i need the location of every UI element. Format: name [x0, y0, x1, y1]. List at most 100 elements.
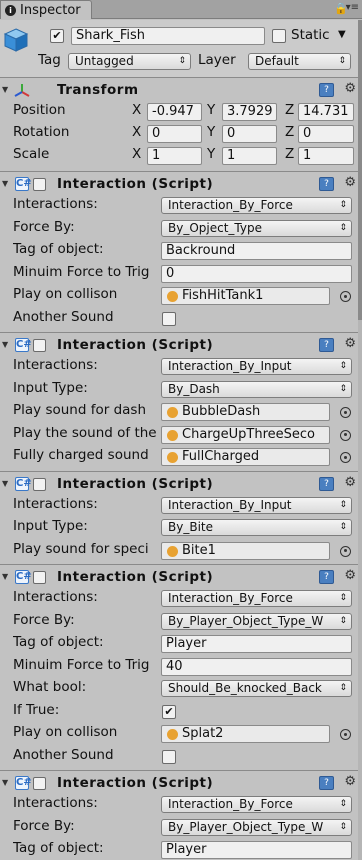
- component-enabled-checkbox[interactable]: [33, 178, 46, 191]
- field-label: Minuim Force to Trig: [13, 656, 150, 673]
- audio-clip-field[interactable]: Splat2: [161, 725, 330, 743]
- foldout-arrow-icon[interactable]: ▼: [2, 572, 8, 581]
- transform-rotation-z-field[interactable]: 0: [298, 125, 354, 143]
- axis-z-label[interactable]: Z: [285, 146, 294, 162]
- component-header[interactable]: ▼ C# Interaction (Script)? ⚙: [0, 335, 362, 357]
- object-picker-icon[interactable]: [340, 452, 351, 463]
- foldout-arrow-icon[interactable]: ▼: [2, 179, 8, 188]
- tag-dropdown[interactable]: Untagged ⇕: [68, 53, 191, 70]
- field-label: Play the sound of the: [13, 424, 157, 441]
- object-picker-icon[interactable]: [340, 729, 351, 740]
- field-checkbox[interactable]: [162, 749, 176, 764]
- audio-clip-name: ChargeUpThreeSeco: [182, 426, 316, 442]
- gear-icon[interactable]: ⚙: [344, 336, 356, 351]
- gameobject-name-field[interactable]: Shark_Fish: [71, 27, 265, 45]
- field-text-input[interactable]: 0: [161, 264, 352, 283]
- field-dropdown[interactable]: By_Bite ⇕: [161, 519, 352, 536]
- component-enabled-checkbox[interactable]: [33, 339, 46, 352]
- field-dropdown-value: Interaction_By_Force: [168, 797, 293, 811]
- field-dropdown[interactable]: Should_Be_knocked_Back ⇕: [161, 680, 352, 697]
- help-book-icon[interactable]: ?: [319, 338, 334, 352]
- object-picker-icon[interactable]: [340, 545, 351, 557]
- field-dropdown[interactable]: By_Dash ⇕: [161, 380, 352, 398]
- component-header[interactable]: ▼ C# Interaction (Script)? ⚙: [0, 474, 362, 496]
- component-enabled-checkbox[interactable]: [33, 777, 46, 790]
- axis-y-label[interactable]: Y: [207, 102, 215, 118]
- axis-x-label[interactable]: X: [132, 102, 141, 118]
- field-label: Tag of object:: [13, 634, 104, 650]
- component-title: Interaction (Script): [57, 176, 214, 192]
- audio-clip-field[interactable]: FishHitTank1: [161, 287, 330, 305]
- field-dropdown[interactable]: By_Player_Object_Type_W ⇕: [161, 818, 352, 836]
- audio-clip-field[interactable]: BubbleDash: [161, 403, 330, 421]
- audio-clip-name: Bite1: [182, 542, 216, 558]
- help-book-icon[interactable]: ?: [319, 476, 334, 491]
- field-dropdown[interactable]: Interaction_By_Input ⇕: [161, 496, 352, 514]
- tab-inspector[interactable]: i Inspector: [0, 0, 92, 19]
- audio-clip-field[interactable]: FullCharged: [161, 448, 330, 466]
- foldout-arrow-icon[interactable]: ▼: [2, 479, 8, 488]
- component-enabled-checkbox[interactable]: [33, 571, 46, 584]
- layer-dropdown[interactable]: Default ⇕: [248, 53, 351, 70]
- gear-icon[interactable]: ⚙: [344, 568, 356, 583]
- axis-z-label[interactable]: Z: [285, 102, 294, 118]
- axis-z-label[interactable]: Z: [285, 124, 294, 140]
- foldout-arrow-icon[interactable]: ▼: [2, 340, 8, 349]
- component-header[interactable]: ▼ C# Interaction (Script)? ⚙: [0, 174, 362, 196]
- axis-y-label[interactable]: Y: [207, 124, 215, 140]
- object-picker-icon[interactable]: [340, 291, 351, 302]
- axis-x-label[interactable]: X: [132, 146, 141, 162]
- panel-menu-icon[interactable]: ▾≡: [346, 2, 359, 13]
- field-dropdown[interactable]: By_Player_Object_Type_W ⇕: [161, 612, 352, 630]
- component-header[interactable]: ▼ C# Interaction (Script)? ⚙: [0, 773, 362, 795]
- field-dropdown[interactable]: Interaction_By_Force ⇕: [161, 197, 352, 214]
- object-picker-icon[interactable]: [340, 429, 351, 441]
- transform-position-x-field[interactable]: -0.947: [147, 103, 202, 121]
- field-checkbox[interactable]: [162, 311, 176, 326]
- audio-clip-name: FishHitTank1: [182, 288, 264, 303]
- help-book-icon[interactable]: ?: [319, 570, 334, 584]
- scrollbar-thumb[interactable]: [358, 20, 362, 320]
- gear-icon[interactable]: ⚙: [344, 81, 356, 96]
- gear-icon[interactable]: ⚙: [344, 175, 356, 190]
- static-label: Static: [291, 27, 330, 43]
- field-dropdown[interactable]: By_Opject_Type ⇕: [161, 219, 352, 237]
- object-picker-icon[interactable]: [340, 407, 351, 418]
- gear-icon[interactable]: ⚙: [344, 475, 356, 490]
- transform-header[interactable]: ▼ Transform ? ⚙: [0, 80, 362, 102]
- field-text-input[interactable]: 40: [161, 657, 352, 676]
- transform-position-z-field[interactable]: 14.731: [298, 103, 354, 121]
- audio-clip-field[interactable]: Bite1: [161, 541, 330, 560]
- axis-y-label[interactable]: Y: [207, 146, 215, 162]
- transform-scale-x-field[interactable]: 1: [147, 147, 202, 165]
- gear-icon[interactable]: ⚙: [344, 774, 356, 789]
- field-dropdown-value: By_Dash: [168, 381, 220, 396]
- static-checkbox[interactable]: [272, 29, 286, 43]
- audio-clip-field[interactable]: ChargeUpThreeSeco: [161, 425, 330, 444]
- transform-scale-z-field[interactable]: 1: [298, 147, 354, 165]
- transform-position-y-field[interactable]: 3.7929: [222, 103, 277, 121]
- component-enabled-checkbox[interactable]: [33, 477, 46, 491]
- transform-rotation-x-field[interactable]: 0: [147, 125, 202, 143]
- help-book-icon[interactable]: ?: [319, 177, 334, 191]
- help-book-icon[interactable]: ?: [319, 83, 334, 97]
- field-dropdown[interactable]: Interaction_By_Input ⇕: [161, 358, 352, 375]
- component-header[interactable]: ▼ C# Interaction (Script)? ⚙: [0, 567, 362, 589]
- field-checkbox[interactable]: ✔: [162, 704, 176, 719]
- transform-scale-y-field[interactable]: 1: [222, 147, 277, 165]
- static-dropdown-icon[interactable]: ▼: [338, 29, 346, 40]
- component-title: Interaction (Script): [57, 775, 214, 791]
- transform-rotation-label: Rotation: [13, 124, 70, 140]
- foldout-arrow-icon[interactable]: ▼: [2, 778, 8, 787]
- field-dropdown[interactable]: Interaction_By_Force ⇕: [161, 590, 352, 607]
- field-text-input[interactable]: Player: [161, 841, 352, 859]
- transform-rotation-y-field[interactable]: 0: [222, 125, 277, 143]
- field-text-input[interactable]: Backround: [161, 242, 352, 260]
- axis-x-label[interactable]: X: [132, 124, 141, 140]
- active-checkbox[interactable]: ✔: [50, 29, 64, 43]
- field-label: Minuim Force to Trig: [13, 263, 150, 280]
- field-text-input[interactable]: Player: [161, 635, 352, 653]
- help-book-icon[interactable]: ?: [319, 776, 334, 790]
- field-dropdown[interactable]: Interaction_By_Force ⇕: [161, 796, 352, 813]
- foldout-arrow-icon[interactable]: ▼: [2, 85, 8, 94]
